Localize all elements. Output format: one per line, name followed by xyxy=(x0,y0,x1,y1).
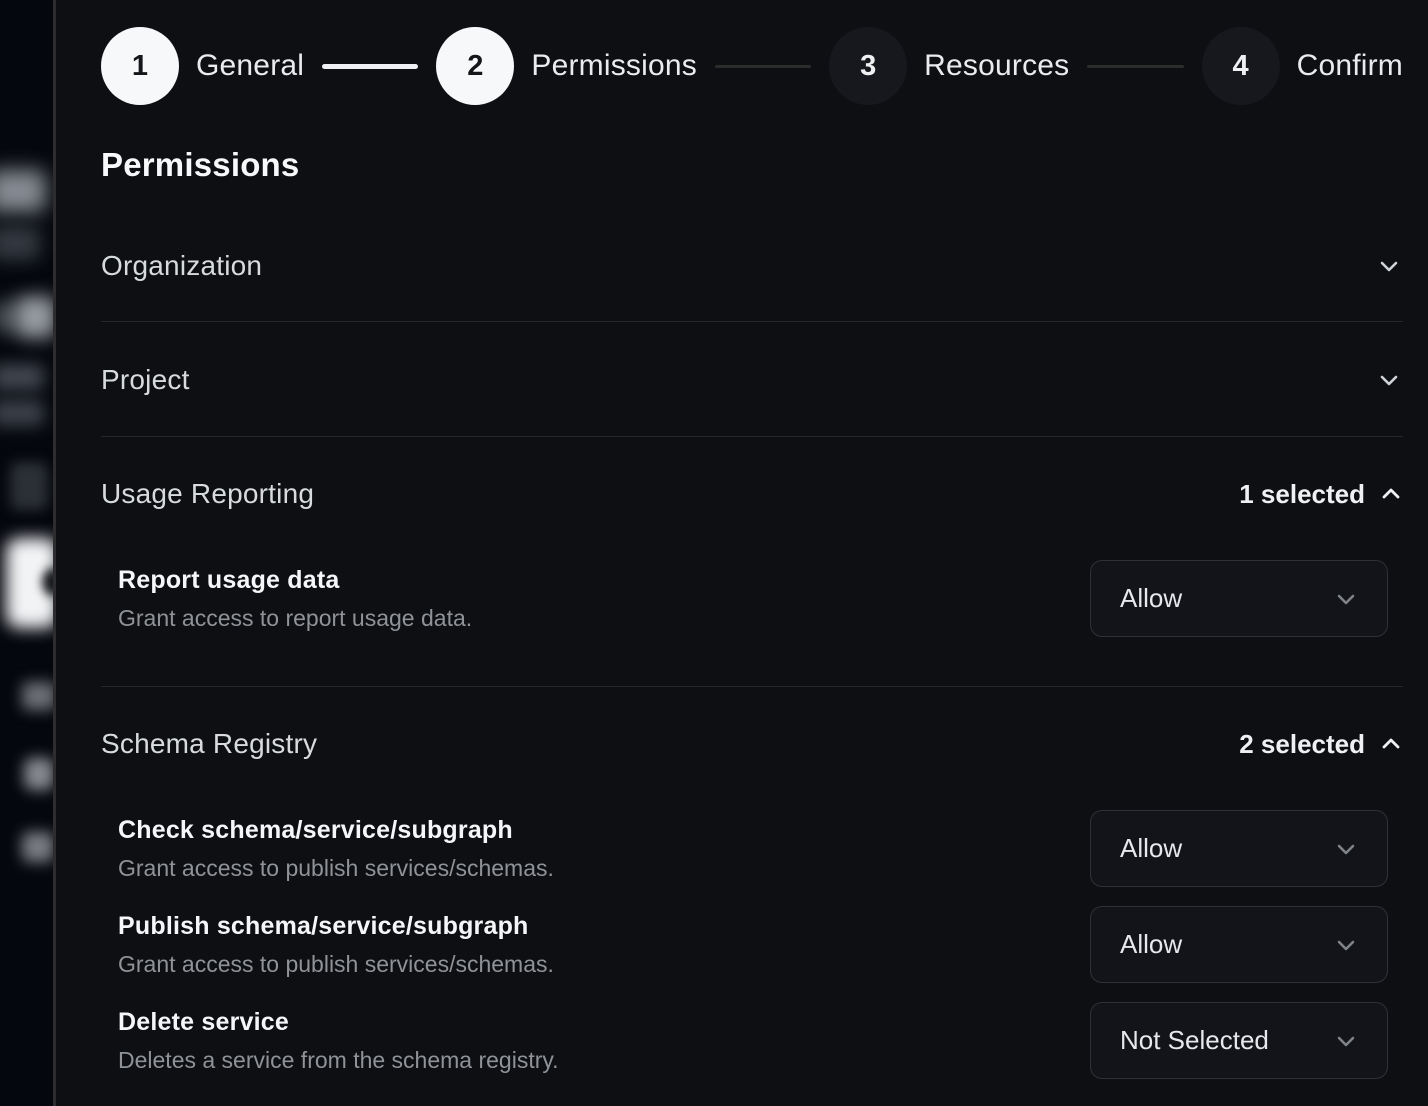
chevron-down-icon xyxy=(1375,366,1403,394)
section-divider xyxy=(101,686,1403,687)
permission-description: Deletes a service from the schema regist… xyxy=(118,1047,559,1074)
usage-reporting-selected-count: 1 selected xyxy=(1239,479,1403,510)
selected-count-label: 1 selected xyxy=(1239,479,1365,510)
dropdown-value: Allow xyxy=(1120,583,1182,614)
step-2-circle: 2 xyxy=(436,27,514,105)
section-title-organization: Organization xyxy=(101,250,262,282)
delete-service-permission-dropdown[interactable]: Not Selected xyxy=(1090,1002,1388,1079)
chevron-down-icon xyxy=(1334,933,1358,957)
blurred-sidebar-content xyxy=(22,832,53,862)
section-divider xyxy=(101,436,1403,437)
permission-row-text: Publish schema/service/subgraph Grant ac… xyxy=(118,912,554,978)
step-2-label: Permissions xyxy=(531,49,697,83)
panel-left-border xyxy=(53,0,56,1106)
step-confirm[interactable]: 4 Confirm xyxy=(1202,27,1403,105)
wizard-stepper: 1 General 2 Permissions 3 Resources 4 Co… xyxy=(101,27,1403,105)
permission-title: Delete service xyxy=(118,1008,559,1037)
permission-row-text: Report usage data Grant access to report… xyxy=(118,566,472,632)
step-3-circle: 3 xyxy=(829,27,907,105)
blurred-sidebar-content xyxy=(0,170,46,212)
permission-row-text: Check schema/service/subgraph Grant acce… xyxy=(118,816,554,882)
permission-description: Grant access to publish services/schemas… xyxy=(118,951,554,978)
chevron-down-icon xyxy=(1334,1029,1358,1053)
permission-row-text: Delete service Deletes a service from th… xyxy=(118,1008,559,1074)
blurred-sidebar-content xyxy=(0,400,44,426)
blurred-sidebar-content xyxy=(16,296,53,338)
section-title-usage-reporting: Usage Reporting xyxy=(101,478,314,510)
blurred-sidebar-icon xyxy=(10,462,48,510)
permission-row-delete-service: Delete service Deletes a service from th… xyxy=(118,1002,1388,1079)
section-title-schema-registry: Schema Registry xyxy=(101,728,317,760)
section-divider xyxy=(101,321,1403,322)
schema-registry-selected-count: 2 selected xyxy=(1239,729,1403,760)
background-sidebar xyxy=(0,0,53,1106)
chevron-up-icon xyxy=(1379,482,1403,506)
permission-row-publish-schema: Publish schema/service/subgraph Grant ac… xyxy=(118,906,1388,983)
selected-count-label: 2 selected xyxy=(1239,729,1365,760)
step-4-label: Confirm xyxy=(1297,49,1403,83)
dropdown-value: Allow xyxy=(1120,929,1182,960)
step-1-circle: 1 xyxy=(101,27,179,105)
stepper-connector-complete xyxy=(322,64,418,69)
blurred-sidebar-content xyxy=(0,226,40,260)
chevron-down-icon xyxy=(1334,837,1358,861)
permission-description: Grant access to publish services/schemas… xyxy=(118,855,554,882)
blurred-sidebar-content xyxy=(24,758,53,790)
stepper-connector xyxy=(715,65,811,68)
section-header-organization[interactable]: Organization xyxy=(101,232,1403,300)
chevron-up-icon xyxy=(1379,732,1403,756)
dropdown-value: Not Selected xyxy=(1120,1025,1269,1056)
step-resources[interactable]: 3 Resources xyxy=(829,27,1069,105)
section-header-usage-reporting[interactable]: Usage Reporting 1 selected xyxy=(101,460,1403,528)
permission-title: Publish schema/service/subgraph xyxy=(118,912,554,941)
permission-description: Grant access to report usage data. xyxy=(118,605,472,632)
permission-row-check-schema: Check schema/service/subgraph Grant acce… xyxy=(118,810,1388,887)
check-schema-permission-dropdown[interactable]: Allow xyxy=(1090,810,1388,887)
permission-row-report-usage: Report usage data Grant access to report… xyxy=(118,560,1388,637)
page-title: Permissions xyxy=(101,146,299,184)
report-usage-permission-dropdown[interactable]: Allow xyxy=(1090,560,1388,637)
step-4-circle: 4 xyxy=(1202,27,1280,105)
permission-title: Check schema/service/subgraph xyxy=(118,816,554,845)
dropdown-value: Allow xyxy=(1120,833,1182,864)
step-permissions[interactable]: 2 Permissions xyxy=(436,27,697,105)
step-3-label: Resources xyxy=(924,49,1069,83)
chevron-down-icon xyxy=(1334,587,1358,611)
publish-schema-permission-dropdown[interactable]: Allow xyxy=(1090,906,1388,983)
blurred-sidebar-content xyxy=(22,682,53,710)
step-1-label: General xyxy=(196,49,304,83)
section-title-project: Project xyxy=(101,364,190,396)
step-general[interactable]: 1 General xyxy=(101,27,304,105)
stepper-connector xyxy=(1087,65,1183,68)
section-header-schema-registry[interactable]: Schema Registry 2 selected xyxy=(101,710,1403,778)
section-header-project[interactable]: Project xyxy=(101,346,1403,414)
permission-title: Report usage data xyxy=(118,566,472,595)
chevron-down-icon xyxy=(1375,252,1403,280)
blurred-sidebar-content xyxy=(0,364,44,390)
